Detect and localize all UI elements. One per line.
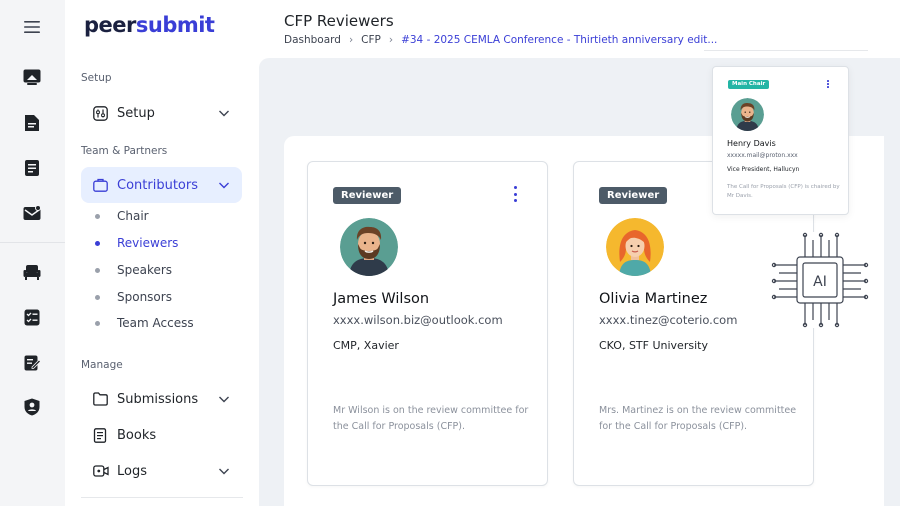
main-chair-badge: Main Chair <box>728 80 770 89</box>
shield-user-icon[interactable] <box>22 397 42 417</box>
book-icon <box>93 427 109 443</box>
logo-text-submit: submit <box>135 13 215 37</box>
subitem-label: Sponsors <box>117 290 172 304</box>
sidebar-item-books[interactable]: Books <box>81 417 242 453</box>
checklist-icon[interactable] <box>22 307 42 327</box>
notes-icon[interactable] <box>22 158 42 178</box>
bullet-dot <box>95 267 100 273</box>
chevron-down-icon <box>218 107 230 119</box>
sidebar-item-label: Contributors <box>117 177 198 193</box>
avatar <box>340 218 398 276</box>
contributor-role: CMP, Xavier <box>333 339 399 352</box>
presentation-icon[interactable] <box>22 67 42 87</box>
contributor-role: CKO, STF University <box>599 339 708 352</box>
sliders-icon <box>93 105 109 121</box>
contributor-description: Mrs. Martinez is on the review committee… <box>599 405 797 432</box>
contributor-description: Mr Wilson is on the review committee for… <box>333 405 529 432</box>
header-divider <box>704 50 868 51</box>
sidebar-item-contributors[interactable]: Contributors <box>81 167 242 203</box>
sidebar-subitem-sponsors[interactable]: Sponsors <box>95 290 172 304</box>
sidebar-item-label: Books <box>117 427 157 443</box>
icon-rail <box>0 0 65 506</box>
sidebar-subitem-speakers[interactable]: Speakers <box>95 263 172 277</box>
more-options-icon[interactable] <box>511 186 519 202</box>
ai-chip-icon: AI <box>771 232 869 328</box>
chair-name: Henry Davis <box>727 139 776 148</box>
menu-icon[interactable] <box>22 17 42 37</box>
bullet-dot <box>95 213 100 219</box>
chevron-down-icon <box>218 393 230 405</box>
reviewer-card[interactable]: Reviewer James Wilson xxxx.wilson.biz@ou… <box>307 161 548 486</box>
section-label-manage: Manage <box>81 359 123 371</box>
sidebar-item-label: Setup <box>117 105 155 121</box>
chevron-down-icon <box>218 465 230 477</box>
sidebar-item-label: Submissions <box>117 391 199 407</box>
contributor-email: xxxx.wilson.biz@outlook.com <box>333 313 503 327</box>
app-root: peersubmit Setup Setup Team & Partners C… <box>0 0 900 506</box>
chair-email: xxxxx.mail@proton.xxx <box>727 152 798 159</box>
more-options-icon[interactable] <box>826 80 830 88</box>
logo-text-peer: peer <box>84 13 136 37</box>
sidebar-subitem-reviewers[interactable]: Reviewers <box>95 236 178 250</box>
contributor-name: Olivia Martinez <box>599 291 708 307</box>
chevron-right-icon: › <box>388 34 394 46</box>
sidebar-item-setup[interactable]: Setup <box>81 95 242 131</box>
document-icon[interactable] <box>22 113 42 133</box>
chair-description: The Call for Proposals (CFP) is chaired … <box>727 184 840 199</box>
folder-icon <box>93 391 109 407</box>
sidebar-subitem-team-access[interactable]: Team Access <box>95 316 194 330</box>
edit-list-icon[interactable] <box>22 352 42 372</box>
role-badge: Reviewer <box>599 187 668 204</box>
role-badge: Reviewer <box>333 187 402 204</box>
breadcrumb-dashboard[interactable]: Dashboard <box>284 34 341 46</box>
ai-chip-label: AI <box>813 274 827 290</box>
section-label-team: Team & Partners <box>81 145 168 157</box>
chevron-right-icon: › <box>348 34 354 46</box>
section-label-setup: Setup <box>81 72 112 84</box>
page-title: CFP Reviewers <box>284 12 394 30</box>
breadcrumb-current[interactable]: #34 - 2025 CEMLA Conference - Thirtieth … <box>401 34 717 46</box>
bullet-dot <box>95 320 100 326</box>
bullet-dot <box>95 294 100 300</box>
briefcase-icon <box>93 177 109 193</box>
rail-divider <box>0 242 65 243</box>
mail-icon[interactable] <box>22 203 42 223</box>
chair-card-preview[interactable]: Main Chair Henry Davis xxxxx.mail@proton… <box>712 66 849 215</box>
subitem-label: Team Access <box>117 316 194 330</box>
sidebar-subitem-chair[interactable]: Chair <box>95 209 149 223</box>
subitem-label: Chair <box>117 209 149 223</box>
breadcrumb: Dashboard › CFP › #34 - 2025 CEMLA Confe… <box>284 34 717 46</box>
avatar <box>731 98 764 131</box>
contributor-email: xxxx.tinez@coterio.com <box>599 313 738 327</box>
breadcrumb-cfp[interactable]: CFP <box>361 34 381 46</box>
video-log-icon <box>93 463 109 479</box>
avatar <box>606 218 664 276</box>
chair-role: Vice President, Hallucyn <box>727 166 800 173</box>
chevron-down-icon <box>218 179 230 191</box>
bullet-dot <box>95 240 100 246</box>
subitem-label: Speakers <box>117 263 173 277</box>
chair-icon[interactable] <box>22 262 42 282</box>
sidebar-item-label: Logs <box>117 463 147 479</box>
contributor-name: James Wilson <box>333 291 430 307</box>
app-logo[interactable]: peersubmit <box>84 13 215 37</box>
sidebar-item-logs[interactable]: Logs <box>81 453 242 489</box>
sidebar-divider <box>81 497 243 498</box>
sidebar: peersubmit Setup Setup Team & Partners C… <box>65 0 259 506</box>
sidebar-item-submissions[interactable]: Submissions <box>81 381 242 417</box>
subitem-label: Reviewers <box>117 236 179 250</box>
